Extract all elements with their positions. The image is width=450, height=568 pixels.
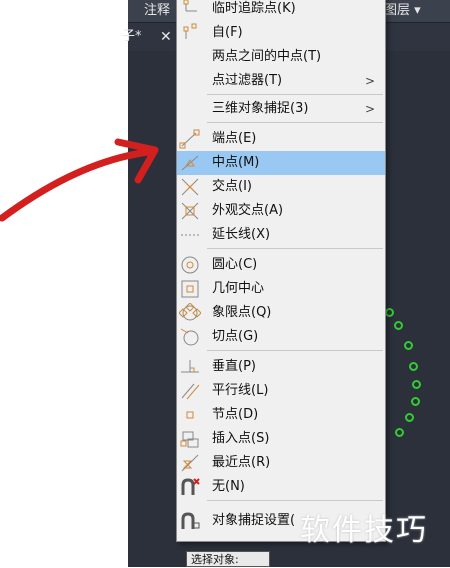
menu-item-label: 平行线(L) <box>212 383 269 398</box>
menu-item-label: 两点之间的中点(T) <box>212 49 322 64</box>
watermark-text: 软件技巧 <box>300 513 428 548</box>
menu-item-quadrant[interactable]: 象限点(Q) <box>177 301 385 325</box>
menu-item-mid-between-points[interactable]: 两点之间的中点(T) <box>177 45 385 69</box>
menu-item-label: 外观交点(A) <box>212 203 284 218</box>
menu-item-none[interactable]: 无(N) <box>177 475 385 499</box>
parallel-icon <box>179 381 201 401</box>
from-icon <box>179 23 201 43</box>
endpoint-icon <box>179 129 201 149</box>
perpendicular-icon <box>179 357 201 377</box>
geometry-dot <box>395 428 404 437</box>
menu-item-temp-track[interactable]: 临时追踪点(K) <box>177 0 385 21</box>
quadrant-icon <box>178 302 202 323</box>
annotate-tab[interactable]: 注释 <box>144 3 170 19</box>
menu-item-center[interactable]: 圆心(C) <box>177 253 385 277</box>
menu-item-point-filters[interactable]: 点过滤器(T) > <box>177 69 385 93</box>
menu-item-geometric-center[interactable]: 几何中心 <box>177 277 385 301</box>
menu-item-midpoint[interactable]: 中点(M) <box>177 151 385 175</box>
menu-item-label: 最近点(R) <box>212 455 271 470</box>
menu-item-3d-osnap[interactable]: 三维对象捕捉(3) > <box>177 97 385 121</box>
osnap-settings-icon <box>179 511 201 531</box>
menu-item-label: 中点(M) <box>212 155 260 170</box>
extension-icon <box>179 225 201 245</box>
menu-item-perpendicular[interactable]: 垂直(P) <box>177 355 385 379</box>
insertion-icon <box>179 429 201 449</box>
tangent-icon <box>179 327 201 347</box>
geometry-dot <box>411 397 420 406</box>
geometry-dot <box>409 362 418 371</box>
menu-item-extension[interactable]: 延长线(X) <box>177 223 385 247</box>
menu-item-label: 节点(D) <box>212 407 259 422</box>
menu-item-node[interactable]: 节点(D) <box>177 403 385 427</box>
menu-item-label: 几何中心 <box>212 281 265 296</box>
drawing-tab-title[interactable]: 子* <box>122 29 142 45</box>
menu-item-from[interactable]: 自(F) <box>177 21 385 45</box>
menu-item-label: 对象捕捉设置( <box>212 513 296 528</box>
menu-item-insertion[interactable]: 插入点(S) <box>177 427 385 451</box>
menu-item-label: 象限点(Q) <box>212 305 272 320</box>
menu-item-nearest[interactable]: 最近点(R) <box>177 451 385 475</box>
osnap-context-menu: 临时追踪点(K) 自(F) 两点之间的中点(T) 点过滤器(T) > 三维对象捕… <box>176 0 386 542</box>
menu-item-label: 圆心(C) <box>212 257 258 272</box>
menu-item-label: 延长线(X) <box>212 227 271 242</box>
menu-item-endpoint[interactable]: 端点(E) <box>177 127 385 151</box>
nearest-icon <box>179 453 201 473</box>
submenu-arrow-icon: > <box>364 74 375 88</box>
intersection-icon <box>179 177 201 197</box>
apparent-intersection-icon <box>179 201 201 221</box>
menu-item-apparent-intersection[interactable]: 外观交点(A) <box>177 199 385 223</box>
geometry-dot <box>405 413 414 422</box>
menu-item-tangent[interactable]: 切点(G) <box>177 325 385 349</box>
red-arrow-annotation <box>0 138 159 222</box>
menu-item-label: 临时追踪点(K) <box>212 1 296 16</box>
menu-item-label: 自(F) <box>212 25 243 40</box>
menu-item-label: 端点(E) <box>212 131 257 146</box>
geometry-dot <box>394 321 403 330</box>
menu-item-label: 交点(I) <box>212 179 252 194</box>
geometric-center-icon <box>179 279 201 299</box>
menu-separator <box>207 94 383 95</box>
geometry-dot <box>385 308 394 317</box>
menu-item-label: 点过滤器(T) <box>212 73 283 88</box>
node-icon <box>179 405 201 425</box>
menu-item-intersection[interactable]: 交点(I) <box>177 175 385 199</box>
temp-track-icon <box>179 0 201 19</box>
menu-item-parallel[interactable]: 平行线(L) <box>177 379 385 403</box>
menu-item-label: 切点(G) <box>212 329 259 344</box>
layer-tab[interactable]: 图层 ▾ <box>384 3 421 19</box>
none-icon <box>179 477 201 497</box>
geometry-dot <box>412 380 421 389</box>
menu-separator <box>207 122 383 123</box>
left-background <box>0 0 128 567</box>
menu-separator <box>207 500 383 501</box>
menu-item-label: 垂直(P) <box>212 359 256 374</box>
close-icon[interactable]: ✕ <box>160 29 172 45</box>
menu-item-label: 三维对象捕捉(3) <box>212 101 309 116</box>
select-object-prompt[interactable]: 选择对象: <box>186 551 270 567</box>
submenu-arrow-icon: > <box>364 102 375 116</box>
midpoint-icon <box>179 153 201 173</box>
menu-item-label: 插入点(S) <box>212 431 270 446</box>
center-icon <box>179 255 201 275</box>
geometry-dot <box>404 341 413 350</box>
menu-separator <box>207 350 383 351</box>
menu-item-label: 无(N) <box>212 479 245 494</box>
menu-separator <box>207 248 383 249</box>
